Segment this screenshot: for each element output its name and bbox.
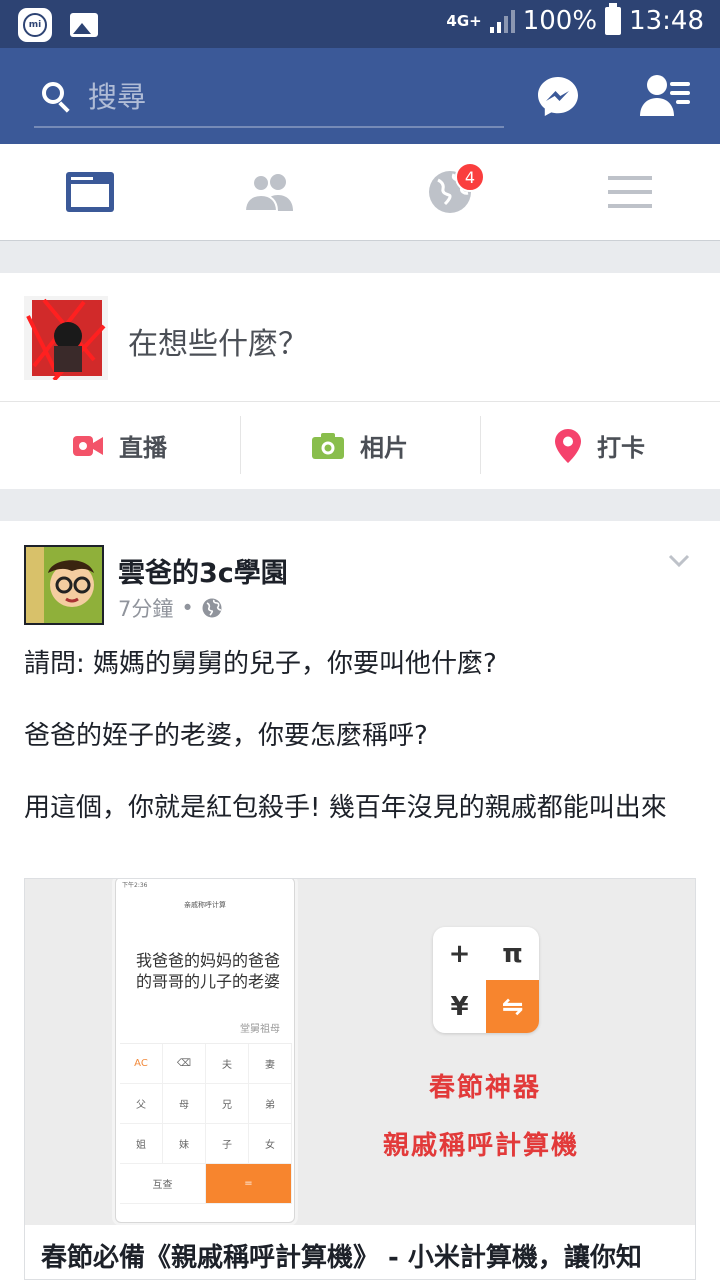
key: 妻 — [249, 1044, 292, 1084]
phone-expression: 我爸爸的妈妈的爸爸的哥哥的儿子的老婆 — [135, 951, 280, 991]
camera-icon — [312, 432, 344, 459]
search-input[interactable] — [88, 78, 488, 118]
search-icon — [42, 82, 64, 104]
author-avatar[interactable] — [24, 545, 104, 625]
key: 互查 — [120, 1164, 206, 1204]
composer-prompt[interactable]: 在想些什麼？ — [128, 319, 308, 363]
phone-app-title: 亲戚称呼计算 — [184, 901, 226, 909]
phone-keypad: AC ⌫ 夫 妻 父 母 兄 弟 姐 妹 子 女 互查 = — [120, 1043, 292, 1204]
key: = — [206, 1164, 292, 1204]
post-paragraph: 請問: 媽媽的舅舅的兒子，你要叫他什麼? — [24, 649, 497, 679]
battery-icon — [605, 3, 622, 35]
app-header — [0, 48, 720, 144]
calc-icon-cell: π — [486, 927, 539, 980]
hamburger-menu-icon — [608, 176, 652, 208]
tab-news-feed[interactable] — [0, 144, 180, 240]
video-camera-icon — [73, 435, 103, 456]
friend-requests-icon[interactable] — [640, 74, 692, 118]
live-button[interactable]: 直播 — [0, 402, 240, 489]
gallery-notification-icon — [70, 13, 98, 37]
preview-phone-mockup: 下午2:36 亲戚称呼计算 我爸爸的妈妈的爸爸的哥哥的儿子的老婆 堂舅祖母 AC… — [115, 879, 295, 1223]
network-type: 4G+ — [446, 12, 482, 30]
key: 夫 — [206, 1044, 249, 1084]
post-paragraph: 用這個，你就是紅包殺手! 幾百年沒見的親戚都能叫出來 — [24, 793, 667, 823]
news-feed-icon — [66, 172, 114, 212]
user-avatar[interactable] — [24, 296, 108, 380]
search-bar[interactable] — [34, 72, 504, 128]
messenger-icon[interactable] — [537, 76, 579, 116]
tab-menu[interactable] — [540, 144, 720, 240]
feed-post: 雲爸的3c學園 7分鐘 • 請問: 媽媽的舅舅的兒子，你要叫他什麼? 爸爸的姪子… — [0, 521, 720, 1280]
phone-status-time: 下午2:36 — [122, 882, 148, 889]
key: 子 — [206, 1124, 249, 1164]
key: 兄 — [206, 1084, 249, 1124]
signal-icon — [489, 9, 515, 33]
preview-caption[interactable]: 春節必備《親戚稱呼計算機》 - 小米計算機，讓你知 — [25, 1225, 695, 1279]
post-time[interactable]: 7分鐘 — [118, 593, 173, 623]
post-composer: 在想些什麼？ 直播 相片 打卡 — [0, 273, 720, 489]
calc-icon-cell: ¥ — [433, 980, 486, 1033]
checkin-button[interactable]: 打卡 — [480, 402, 720, 489]
phone-result: 堂舅祖母 — [240, 1024, 280, 1035]
tab-bar: 4 — [0, 144, 720, 241]
key: 女 — [249, 1124, 292, 1164]
calc-icon-cell: + — [433, 927, 486, 980]
location-pin-icon — [555, 428, 581, 463]
status-bar: mi 4G+ 100% 13:48 — [0, 0, 720, 48]
mi-notification-icon: mi — [18, 8, 52, 42]
calculator-app-icon: + π ¥ ⇋ — [433, 927, 539, 1033]
tab-friends[interactable] — [180, 144, 360, 240]
post-author-name[interactable]: 雲爸的3c學園 — [118, 551, 288, 590]
meta-separator: • — [181, 596, 194, 620]
battery-percent: 100% — [522, 6, 598, 36]
friends-icon — [245, 174, 293, 211]
promo-line-2: 親戚稱呼計算機 — [383, 1131, 580, 1161]
calc-icon-cell: ⇋ — [486, 980, 539, 1033]
checkin-label: 打卡 — [597, 434, 645, 462]
link-preview[interactable]: 下午2:36 亲戚称呼计算 我爸爸的妈妈的爸爸的哥哥的儿子的老婆 堂舅祖母 AC… — [24, 878, 696, 1280]
clock: 13:48 — [629, 6, 704, 36]
photo-button[interactable]: 相片 — [240, 402, 480, 489]
post-body: 請問: 媽媽的舅舅的兒子，你要叫他什麼? 爸爸的姪子的老婆，你要怎麼稱呼? 用這… — [24, 646, 704, 826]
key: 妹 — [163, 1124, 206, 1164]
key: 母 — [163, 1084, 206, 1124]
photo-label: 相片 — [360, 434, 408, 462]
key: AC — [120, 1044, 163, 1084]
post-paragraph: 爸爸的姪子的老婆，你要怎麼稱呼? — [24, 721, 428, 751]
live-label: 直播 — [119, 434, 167, 462]
post-meta: 7分鐘 • — [118, 593, 222, 623]
notification-badge: 4 — [455, 162, 485, 192]
tab-notifications[interactable]: 4 — [360, 144, 540, 240]
key: 姐 — [120, 1124, 163, 1164]
key: 父 — [120, 1084, 163, 1124]
public-globe-icon — [202, 598, 222, 618]
key: 弟 — [249, 1084, 292, 1124]
promo-line-1: 春節神器 — [429, 1073, 542, 1103]
post-options-chevron-icon[interactable] — [668, 549, 690, 571]
key: ⌫ — [163, 1044, 206, 1084]
